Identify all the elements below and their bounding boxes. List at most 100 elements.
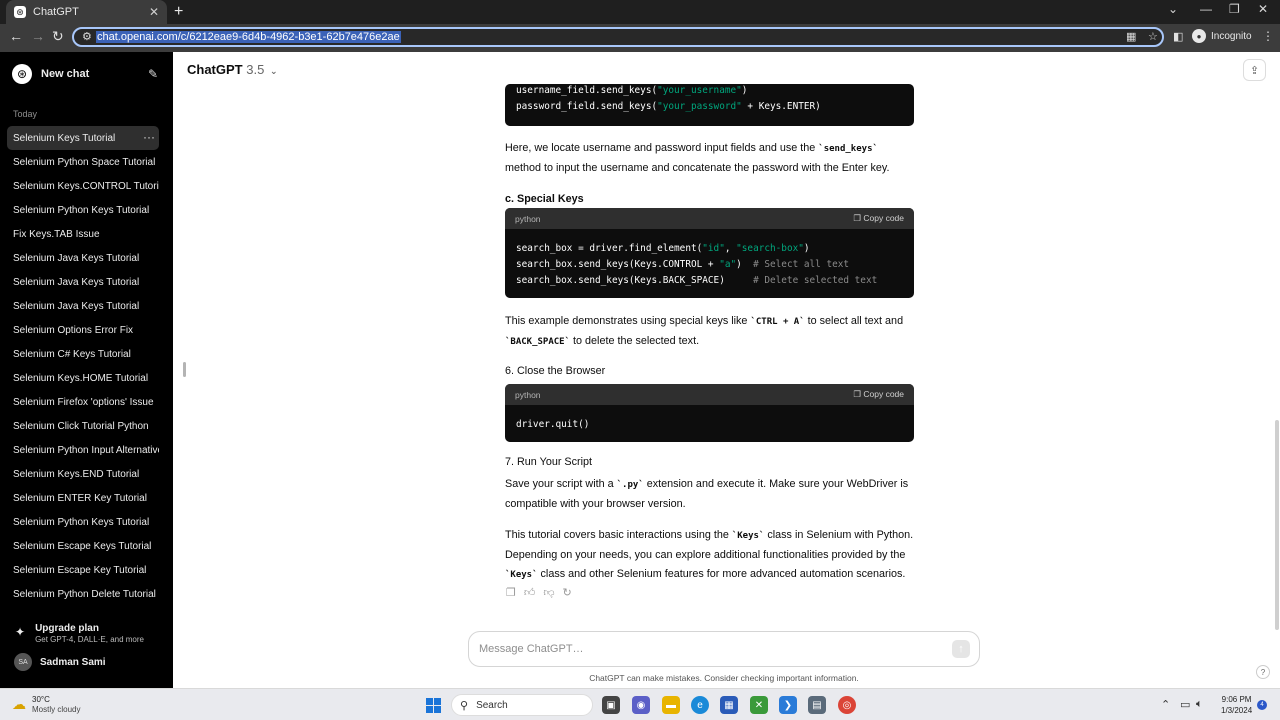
history-item[interactable]: Selenium ENTER Key Tutorial xyxy=(7,486,159,510)
thumbs-down-icon[interactable]: 👎︎ xyxy=(543,586,554,599)
send-button[interactable]: ↑ xyxy=(952,640,970,658)
message-composer: ↑ xyxy=(468,631,980,667)
url-text[interactable]: chat.openai.com/c/6212eae9-6d4b-4962-b3e… xyxy=(96,31,401,43)
teams-chat-icon[interactable]: ◉ xyxy=(632,696,650,714)
response-paragraph: Here, we locate username and password in… xyxy=(505,142,890,174)
tab-title: ChatGPT xyxy=(33,6,79,18)
history-item[interactable]: Selenium Python Delete Tutorial xyxy=(7,582,159,606)
side-panel-icon[interactable]: ◧ xyxy=(1173,30,1183,43)
code-block-header: python ❐ Copy code xyxy=(505,208,914,229)
task-view-icon[interactable]: ▣ xyxy=(602,696,620,714)
windows-start-icon[interactable] xyxy=(426,698,441,713)
site-info-icon[interactable]: ⚙ xyxy=(82,30,92,43)
regenerate-icon[interactable]: ↻ xyxy=(563,586,572,599)
windows-taskbar: ☁ 30°C Mostly cloudy ⚲ Search ▣ ◉ ▬ e ▦ … xyxy=(0,688,1280,720)
incognito-indicator[interactable]: ● Incognito xyxy=(1192,29,1252,43)
history-item[interactable]: Selenium Python Keys Tutorial xyxy=(7,198,159,222)
history-item[interactable]: Selenium Java Keys Tutorial xyxy=(7,294,159,318)
omnibox[interactable]: ⚙ chat.openai.com/c/6212eae9-6d4b-4962-b… xyxy=(72,27,1164,47)
notification-badge[interactable]: 4 xyxy=(1257,700,1267,710)
close-window-icon[interactable]: ✕ xyxy=(1258,2,1268,16)
chat-history-list: Selenium Keys Tutorial ··· Selenium Pytho… xyxy=(7,126,159,606)
weather-cloud-icon: ☁ xyxy=(12,696,26,712)
tray-chevron-up-icon[interactable]: ⌃ xyxy=(1161,698,1170,711)
code-block: username_field.send_keys("your_username"… xyxy=(505,84,914,126)
clock-time: 9:06 PM xyxy=(1221,695,1252,704)
model-selector[interactable]: ChatGPT 3.5 ⌄ xyxy=(187,62,278,77)
history-item[interactable]: Selenium Escape Keys Tutorial xyxy=(7,534,159,558)
maximize-icon[interactable]: ❐ xyxy=(1229,2,1240,16)
history-item[interactable]: Selenium Click Tutorial Python xyxy=(7,414,159,438)
browser-tab[interactable]: ⊛ ChatGPT ✕ xyxy=(6,0,167,24)
share-button[interactable]: ⇪ xyxy=(1243,59,1266,81)
history-item[interactable]: Selenium Keys Tutorial ··· xyxy=(7,126,159,150)
sidebar: ⊛ New chat ✎ Today Selenium Keys Tutoria… xyxy=(0,52,173,688)
close-tab-icon[interactable]: ✕ xyxy=(149,5,159,19)
history-item[interactable]: Selenium Firefox 'options' Issue xyxy=(7,390,159,414)
history-item[interactable]: Selenium Keys.HOME Tutorial xyxy=(7,366,159,390)
new-chat-button[interactable]: ⊛ New chat ✎ xyxy=(8,62,158,86)
history-item[interactable]: Selenium Keys.END Tutorial xyxy=(7,462,159,486)
store-icon[interactable]: ▦ xyxy=(720,696,738,714)
tab-search-icon[interactable]: ⌄ xyxy=(1168,2,1178,16)
copy-code-button[interactable]: ❐ Copy code xyxy=(853,389,904,400)
help-icon[interactable]: ? xyxy=(1256,665,1270,679)
taskbar-search[interactable]: ⚲ Search xyxy=(451,694,593,716)
chrome-icon[interactable]: ◎ xyxy=(838,696,856,714)
file-explorer-icon[interactable]: ▬ xyxy=(662,696,680,714)
history-item[interactable]: Selenium Escape Key Tutorial xyxy=(7,558,159,582)
section-heading: 6. Close the Browser xyxy=(505,365,606,377)
code-line: search_box.send_keys(Keys.BACK_SPACE) # … xyxy=(516,275,878,286)
model-name: ChatGPT xyxy=(187,62,243,77)
history-item[interactable]: Selenium Java Keys Tutorial xyxy=(7,246,159,270)
code-language: python xyxy=(515,389,541,400)
history-item[interactable]: Selenium Python Keys Tutorial xyxy=(7,510,159,534)
code-line: password_field.send_keys("your_password"… xyxy=(516,101,821,112)
copy-icon[interactable]: ❐ xyxy=(506,586,516,599)
network-icon[interactable]: ▭ xyxy=(1180,698,1190,711)
taskbar-search-label: Search xyxy=(476,699,508,711)
weather-widget[interactable]: ☁ 30°C Mostly cloudy xyxy=(12,695,80,714)
weather-temp: 30°C xyxy=(32,695,50,704)
code-line: driver.quit() xyxy=(516,419,590,430)
forward-icon[interactable]: → xyxy=(31,28,45,44)
thumbs-up-icon[interactable]: 👍︎ xyxy=(524,586,536,599)
vscode-icon[interactable]: ❯ xyxy=(779,696,797,714)
history-item[interactable]: Fix Keys.TAB Issue xyxy=(7,222,159,246)
history-item[interactable]: Selenium Python Space Tutorial xyxy=(7,150,159,174)
user-menu[interactable]: SA Sadman Sami xyxy=(14,653,106,671)
history-item[interactable]: Selenium C# Keys Tutorial xyxy=(7,342,159,366)
response-paragraph: This tutorial covers basic interactions … xyxy=(505,529,914,580)
sidebar-toggle-handle[interactable] xyxy=(183,362,186,377)
back-icon[interactable]: ← xyxy=(9,28,23,44)
code-block: python ❐ Copy code search_box = driver.f… xyxy=(505,208,914,298)
reload-icon[interactable]: ↻ xyxy=(52,28,64,45)
copy-code-button[interactable]: ❐ Copy code xyxy=(853,213,904,224)
minimize-icon[interactable]: — xyxy=(1200,2,1212,16)
taskbar-clock[interactable]: 9:06 PM 1/3/2024 xyxy=(1221,694,1252,716)
edge-icon[interactable]: e xyxy=(691,696,709,714)
history-item[interactable]: Selenium Keys.CONTROL Tutorial xyxy=(7,174,159,198)
history-item[interactable]: Selenium Python Input Alternative xyxy=(7,438,159,462)
history-section-today: Today xyxy=(13,109,38,119)
edit-icon[interactable]: ✎ xyxy=(148,67,158,81)
message-input[interactable] xyxy=(479,640,939,658)
chatgpt-favicon-icon: ⊛ xyxy=(14,6,26,18)
scrollbar[interactable] xyxy=(1275,420,1279,630)
excel-icon[interactable]: ✕ xyxy=(750,696,768,714)
bookmark-star-icon[interactable]: ☆ xyxy=(1148,30,1158,43)
weather-desc: Mostly cloudy xyxy=(32,705,81,714)
browser-menu-icon[interactable]: ⋮ xyxy=(1262,29,1274,43)
model-version: 3.5 xyxy=(246,62,265,77)
new-chat-label: New chat xyxy=(41,68,90,80)
history-item[interactable]: Selenium Options Error Fix xyxy=(7,318,159,342)
history-item[interactable]: Selenium Java Keys Tutorial xyxy=(7,270,159,294)
code-block-header: python ❐ Copy code xyxy=(505,384,914,405)
qr-code-icon[interactable]: ▦ xyxy=(1126,30,1136,43)
app-icon[interactable]: ▤ xyxy=(808,696,826,714)
code-line: search_box = driver.find_element("id", "… xyxy=(516,243,810,254)
upgrade-plan-button[interactable]: ✦ Upgrade plan Get GPT-4, DALL·E, and mo… xyxy=(15,623,144,644)
volume-icon[interactable]: 🔈︎ xyxy=(1196,698,1203,711)
new-tab-icon[interactable]: + xyxy=(174,3,183,21)
more-options-icon[interactable]: ··· xyxy=(143,130,155,144)
